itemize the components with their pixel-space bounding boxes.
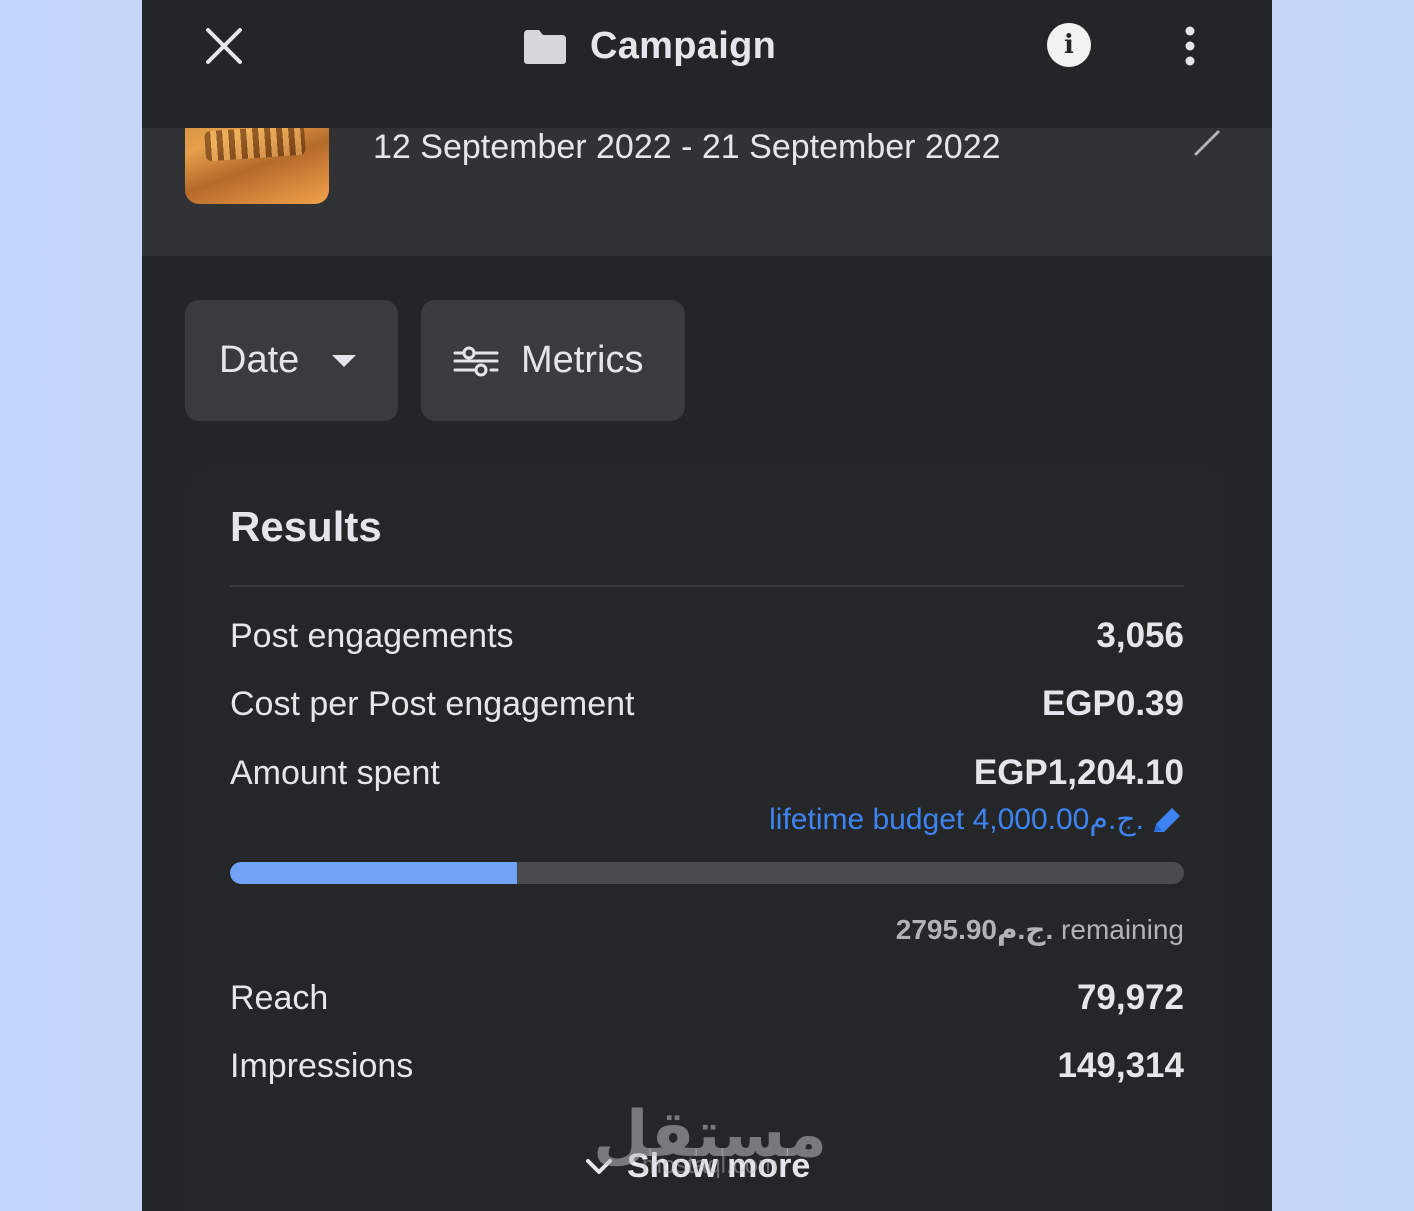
metric-value: EGP0.39 <box>1041 684 1184 723</box>
date-filter-button[interactable]: Date <box>185 300 398 421</box>
lifetime-budget-link[interactable]: lifetime budget 4,000.00ج.م. <box>230 802 1184 837</box>
title-wrap: Campaign <box>522 18 776 74</box>
phone-screen: Campaign i 12 September 2022 - 21 Septem… <box>142 0 1272 1211</box>
folder-icon <box>524 30 566 64</box>
info-icon: i <box>1064 30 1074 60</box>
top-app-bar: Campaign i <box>142 0 1272 128</box>
close-icon <box>206 28 242 64</box>
metric-label: Post engagements <box>230 616 514 655</box>
remaining-word: remaining <box>1061 914 1184 945</box>
metrics-button[interactable]: Metrics <box>421 300 685 421</box>
metric-row-amount-spent: Amount spent EGP1,204.10 <box>230 748 1184 798</box>
page-title: Campaign <box>590 24 777 67</box>
results-title: Results <box>230 503 382 550</box>
info-button[interactable]: i <box>1047 23 1091 67</box>
more-options-button[interactable] <box>1177 24 1203 68</box>
remaining-amount: 2795.90ج.م. <box>895 914 1054 945</box>
metric-label: Amount spent <box>230 753 440 792</box>
campaign-date-range: 12 September 2022 - 21 September 2022 <box>373 128 1001 166</box>
caret-down-icon <box>332 354 357 367</box>
date-filter-label: Date <box>219 339 300 381</box>
metric-row-reach: Reach 79,972 <box>230 973 1184 1023</box>
metric-value: 79,972 <box>1076 978 1184 1017</box>
budget-progress-fill <box>230 862 518 884</box>
campaign-header: 12 September 2022 - 21 September 2022 <box>142 98 1272 256</box>
close-button[interactable] <box>200 22 248 70</box>
pencil-icon <box>1154 807 1180 832</box>
sliders-icon <box>453 346 499 376</box>
chevron-down-icon <box>586 1158 612 1174</box>
metric-value: EGP1,204.10 <box>973 753 1184 792</box>
more-vertical-icon <box>1185 26 1195 66</box>
budget-text: lifetime budget 4,000.00ج.م. <box>769 803 1144 836</box>
metric-label: Impressions <box>230 1046 414 1085</box>
results-card: Results Post engagements 3,056 Cost per … <box>185 465 1229 1211</box>
show-more-label: Show more <box>627 1147 811 1185</box>
show-more-button[interactable]: Show more <box>585 1147 810 1186</box>
metric-row-post-engagements: Post engagements 3,056 <box>230 611 1184 661</box>
metric-label: Cost per Post engagement <box>230 684 635 723</box>
metric-label: Reach <box>230 978 329 1017</box>
metrics-label: Metrics <box>521 339 644 381</box>
budget-progress-bar <box>230 862 1184 884</box>
budget-remaining: 2795.90ج.م. remaining <box>230 913 1184 946</box>
edit-icon[interactable] <box>1192 128 1222 158</box>
metric-row-impressions: Impressions 149,314 <box>230 1041 1184 1091</box>
divider <box>230 585 1184 587</box>
metric-value: 3,056 <box>1096 616 1184 655</box>
metric-row-cost-per-engagement: Cost per Post engagement EGP0.39 <box>230 679 1184 729</box>
metric-value: 149,314 <box>1057 1046 1184 1085</box>
